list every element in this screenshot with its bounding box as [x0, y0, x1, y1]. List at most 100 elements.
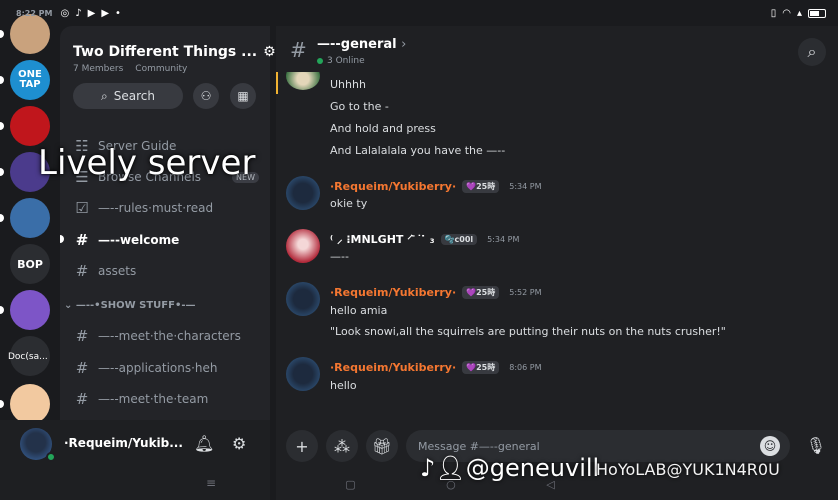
online-count: 3 Online: [317, 56, 365, 66]
message-avatar[interactable]: [286, 176, 320, 210]
whatsapp-icon: ◎: [60, 7, 70, 19]
guild-meta: 7 Members Community: [73, 64, 187, 74]
message-avatar[interactable]: [286, 282, 320, 316]
chevron-right-icon: ›: [401, 37, 407, 52]
channel-assets[interactable]: # assets: [70, 259, 265, 283]
guild-header[interactable]: Two Different Things ... ⚙ ›: [73, 44, 287, 60]
hash-icon: #: [290, 38, 307, 62]
message-text: hello amia: [330, 304, 388, 317]
unread-pip: [0, 400, 4, 408]
events-button[interactable]: ▦: [230, 83, 256, 109]
menu-handle-icon: ≡: [206, 476, 217, 490]
wifi-icon: ◠: [782, 7, 791, 19]
user-panel: ·Requeim/Yukib... 🔔︎ ⚙ ≡: [0, 420, 270, 500]
microphone-icon[interactable]: 🎙︎: [806, 436, 826, 455]
recent-apps-icon[interactable]: ▢: [345, 478, 355, 492]
channel-rules[interactable]: ☑ —--rules·must·read: [70, 196, 265, 220]
gift-button[interactable]: 🎁︎: [366, 430, 398, 462]
message-time: 8:06 PM: [509, 363, 542, 372]
user-icon: 👤︎: [435, 454, 466, 482]
channel-header: # —--general › 3 Online ⌕: [276, 26, 838, 74]
message-author[interactable]: ·Requeim/Yukiberry· 💜25時 5:34 PM: [330, 180, 541, 193]
message-placeholder: Message #—--general: [418, 439, 540, 453]
channel-meet-characters[interactable]: # —--meet·the·characters: [70, 324, 265, 348]
chevron-down-icon: ⌄: [64, 300, 76, 311]
emoji-icon[interactable]: ☺: [760, 436, 780, 456]
channel-title[interactable]: —--general ›: [317, 37, 406, 52]
message-author[interactable]: ·Requeim/Yukiberry· 💜25時 5:52 PM: [330, 286, 541, 299]
unread-pip: [0, 30, 4, 38]
message-text: And hold and press: [330, 122, 436, 135]
add-attachment-button[interactable]: +: [286, 430, 318, 462]
channel-meet-team[interactable]: # —--meet·the·team: [70, 387, 265, 411]
unread-pip: [0, 122, 4, 130]
server-cloud[interactable]: [10, 290, 50, 330]
server-bop[interactable]: BOP: [10, 244, 50, 284]
unread-pip: [0, 168, 4, 176]
server-tag: 💜25時: [462, 286, 500, 299]
dot-icon: •: [115, 7, 121, 19]
server-character[interactable]: [10, 198, 50, 238]
member-count: 7 Members: [73, 64, 124, 74]
message-time: 5:34 PM: [487, 235, 520, 244]
hash-icon: #: [75, 327, 89, 345]
youtube-icon: ▶: [87, 7, 96, 19]
rules-icon: ☑: [75, 199, 89, 217]
message-time: 5:34 PM: [509, 182, 542, 191]
unread-pip: [0, 76, 4, 84]
guild-type: Community: [135, 64, 188, 74]
user-name[interactable]: ·Requeim/Yukib...: [64, 436, 183, 450]
plus-icon: +: [295, 436, 309, 456]
apps-button[interactable]: ⁂: [326, 430, 358, 462]
message-text: Uhhhh: [330, 78, 366, 91]
tiktok-icon: ♪: [75, 7, 82, 19]
hash-icon: #: [75, 262, 89, 280]
system-icons: ▯ ◠ ▴: [771, 8, 826, 19]
battery-icon: [808, 8, 826, 18]
unread-pip: [0, 306, 4, 314]
search-icon: ⌕: [101, 88, 108, 103]
tiktok-icon: ♪: [420, 454, 436, 482]
tiktok-watermark: ♪👤︎@geneuvill: [420, 454, 600, 482]
server-tag: 💜25時: [462, 361, 500, 374]
gear-icon[interactable]: ⚙: [232, 434, 246, 453]
online-dot-icon: [317, 58, 323, 64]
hash-icon: #: [75, 390, 89, 408]
channel-applications[interactable]: # —--applications·heh: [70, 356, 265, 380]
settings-gear-icon[interactable]: ⚙: [263, 44, 276, 60]
message-text: hello: [330, 379, 357, 392]
overlay-caption: Lively server: [38, 143, 256, 183]
unread-pip: [0, 214, 4, 222]
notification-icons: ◎ ♪ ▶ ▶ •: [61, 8, 121, 19]
chat-area: # —--general › 3 Online ⌕ Uhhhh Go to th…: [276, 26, 838, 500]
hash-icon: #: [75, 359, 89, 377]
search-icon: ⌕: [807, 42, 817, 61]
status-time: 8:22 PM: [16, 8, 53, 18]
message-avatar[interactable]: [286, 229, 320, 263]
channel-welcome[interactable]: # —--welcome: [70, 228, 265, 252]
message-text: "Look snowi,all the squirrels are puttin…: [330, 325, 726, 338]
message-author[interactable]: ·Requeim/Yukiberry· 💜25時 8:06 PM: [330, 361, 541, 374]
message-avatar[interactable]: [286, 357, 320, 391]
apps-icon: ⁂: [334, 436, 350, 456]
youtube-icon: ▶: [101, 7, 110, 19]
hash-icon: #: [75, 231, 89, 249]
chat-search-button[interactable]: ⌕: [798, 38, 826, 66]
server-onetap[interactable]: ONE TAP: [10, 60, 50, 100]
server-red[interactable]: [10, 106, 50, 146]
status-bar: 8:22 PM ◎ ♪ ▶ ▶ • ▯ ◠ ▴: [0, 0, 838, 26]
bell-icon[interactable]: 🔔︎: [194, 434, 214, 453]
message-author[interactable]: ⁽ ⸝ ⁝MNLGHT ⸍᷅ ˙ ̇ ₃ 🫧c00l 5:34 PM: [330, 232, 519, 247]
message-text: —--: [330, 250, 349, 263]
search-button[interactable]: ⌕ Search: [73, 83, 183, 109]
category-show-stuff[interactable]: ⌄ —--•SHOW STUFF•-—: [64, 300, 196, 311]
invite-button[interactable]: ⚇: [193, 83, 219, 109]
server-docs-label: Doc(sa...: [8, 352, 48, 362]
server-anime[interactable]: [10, 384, 50, 424]
guild-name: Two Different Things ...: [73, 44, 258, 60]
add-member-icon: ⚇: [200, 89, 212, 103]
hoyolab-watermark: HoYoLAB@YUK1N4R0U: [596, 460, 780, 479]
server-tag: 🫧c00l: [440, 234, 478, 245]
vibrate-icon: ▯: [770, 7, 777, 19]
message-text: Go to the -: [330, 100, 389, 113]
